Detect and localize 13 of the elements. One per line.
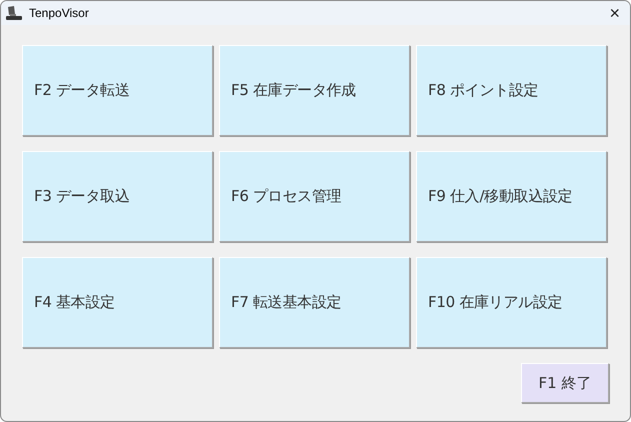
- menu-button[interactable]: F4 基本設定: [22, 257, 213, 348]
- exit-button[interactable]: F1 終了: [521, 363, 609, 403]
- window-title: TenpoVisor: [29, 6, 90, 20]
- menu-button[interactable]: F9 仕入/移動取込設定: [416, 151, 607, 242]
- menu-button[interactable]: F2 データ転送: [22, 45, 213, 136]
- menu-button[interactable]: F6 プロセス管理: [219, 151, 410, 242]
- menu-button[interactable]: F8 ポイント設定: [416, 45, 607, 136]
- close-button[interactable]: ×: [605, 4, 624, 22]
- menu-button[interactable]: F5 在庫データ作成: [219, 45, 410, 136]
- menu-button[interactable]: F3 データ取込: [22, 151, 213, 242]
- app-icon: [5, 5, 23, 21]
- menu-button[interactable]: F7 転送基本設定: [219, 257, 410, 348]
- menu-button[interactable]: F10 在庫リアル設定: [416, 257, 607, 348]
